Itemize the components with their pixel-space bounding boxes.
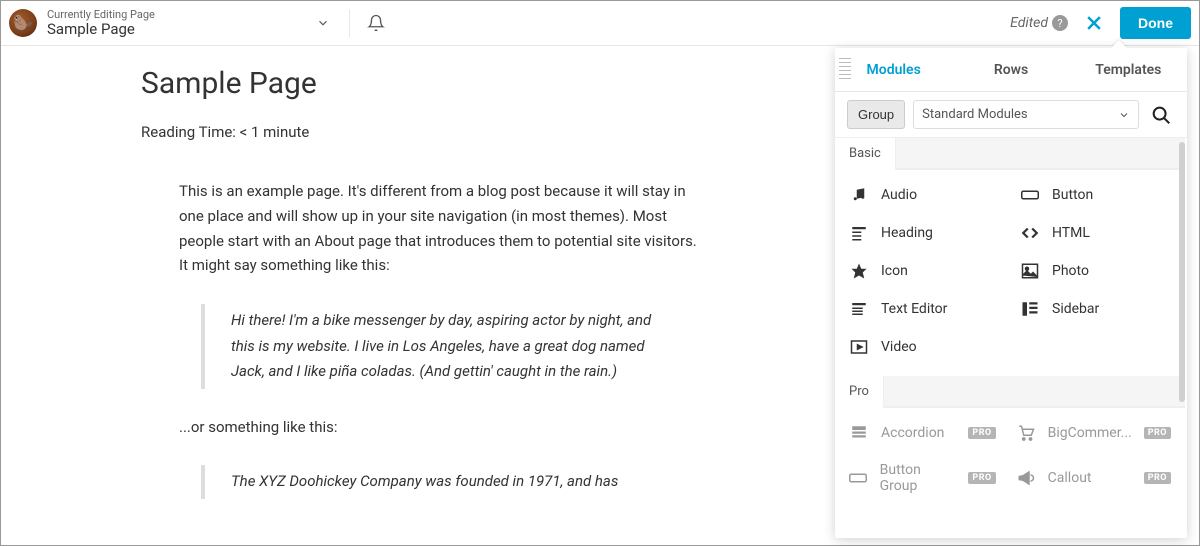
pro-badge: PRO	[968, 427, 995, 439]
section-basic-label[interactable]: Basic	[835, 138, 896, 170]
help-icon[interactable]: ?	[1052, 15, 1068, 31]
module-audio[interactable]: Audio	[839, 176, 1010, 214]
button-group-icon	[849, 471, 868, 485]
callout-icon	[1016, 469, 1036, 487]
blockquote-2: The XYZ Doohickey Company was founded in…	[201, 465, 661, 499]
tab-rows[interactable]: Rows	[952, 48, 1069, 91]
edited-status: Edited ?	[1010, 15, 1068, 31]
cart-icon	[1016, 424, 1036, 442]
basic-module-grid: Audio Button Heading	[835, 170, 1185, 376]
tab-modules[interactable]: Modules	[835, 48, 952, 91]
module-video[interactable]: Video	[839, 328, 1010, 366]
top-bar: 🦫 Currently Editing Page Sample Page Edi…	[1, 1, 1199, 46]
section-pro-label[interactable]: Pro	[835, 376, 884, 408]
close-panel-button[interactable]	[1074, 13, 1114, 33]
page-name: Sample Page	[47, 21, 155, 38]
module-photo[interactable]: Photo	[1010, 252, 1181, 290]
module-heading[interactable]: Heading	[839, 214, 1010, 252]
module-bigcommerce[interactable]: BigCommer... PRO	[1006, 414, 1181, 452]
drag-handle[interactable]	[839, 58, 851, 79]
section-pro-header: Pro	[835, 376, 1185, 408]
group-button[interactable]: Group	[847, 100, 905, 129]
photo-icon	[1020, 262, 1040, 280]
page-title-block[interactable]: Currently Editing Page Sample Page	[47, 9, 155, 38]
accordion-icon	[849, 424, 869, 442]
module-group-select[interactable]: Standard Modules	[913, 100, 1139, 129]
search-button[interactable]	[1147, 104, 1175, 126]
tab-templates[interactable]: Templates	[1070, 48, 1187, 91]
blockquote-1: Hi there! I'm a bike messenger by day, a…	[201, 304, 661, 389]
editing-label: Currently Editing Page	[47, 9, 155, 21]
video-icon	[849, 338, 869, 356]
pro-badge: PRO	[1144, 472, 1171, 484]
html-icon	[1020, 224, 1040, 242]
pro-badge: PRO	[968, 472, 995, 484]
module-button[interactable]: Button	[1010, 176, 1181, 214]
panel-scroll[interactable]: Basic Audio Button	[835, 138, 1187, 538]
search-icon	[1150, 104, 1172, 126]
page-content: Sample Page Reading Time: < 1 minute Thi…	[1, 46, 791, 499]
star-icon	[849, 262, 869, 280]
notifications-button[interactable]	[360, 7, 392, 39]
panel-tabs: Modules Rows Templates	[835, 48, 1187, 92]
button-icon	[1020, 188, 1040, 202]
section-basic-header: Basic	[835, 138, 1185, 170]
module-callout[interactable]: Callout PRO	[1006, 452, 1181, 504]
module-html[interactable]: HTML	[1010, 214, 1181, 252]
page-title: Sample Page	[141, 66, 791, 101]
text-icon	[849, 300, 869, 318]
intro-paragraph: This is an example page. It's different …	[179, 179, 699, 278]
pro-module-grid: Accordion PRO BigCommer... PRO Button Gr…	[835, 408, 1185, 514]
done-button[interactable]: Done	[1120, 7, 1191, 39]
module-button-group[interactable]: Button Group PRO	[839, 452, 1006, 504]
close-icon	[1084, 13, 1104, 33]
module-accordion[interactable]: Accordion PRO	[839, 414, 1006, 452]
heading-icon	[849, 224, 869, 242]
bell-icon	[367, 14, 385, 32]
module-icon[interactable]: Icon	[839, 252, 1010, 290]
app-logo: 🦫	[9, 9, 37, 37]
panel-scrollbar[interactable]	[1179, 142, 1185, 402]
audio-icon	[849, 186, 869, 204]
panel-body: Basic Audio Button	[835, 138, 1187, 538]
select-value: Standard Modules	[922, 107, 1028, 122]
content-panel: Modules Rows Templates Group Standard Mo…	[835, 48, 1187, 538]
chevron-down-icon	[316, 16, 330, 30]
module-text-editor[interactable]: Text Editor	[839, 290, 1010, 328]
panel-filter-row: Group Standard Modules	[835, 92, 1187, 138]
transition-paragraph: ...or something like this:	[179, 415, 699, 440]
page-dropdown-toggle[interactable]	[307, 7, 339, 39]
divider	[349, 9, 350, 37]
pro-badge: PRO	[1144, 427, 1171, 439]
module-sidebar[interactable]: Sidebar	[1010, 290, 1181, 328]
reading-time: Reading Time: < 1 minute	[141, 123, 791, 141]
sidebar-icon	[1020, 300, 1040, 318]
chevron-down-icon	[1118, 109, 1130, 121]
